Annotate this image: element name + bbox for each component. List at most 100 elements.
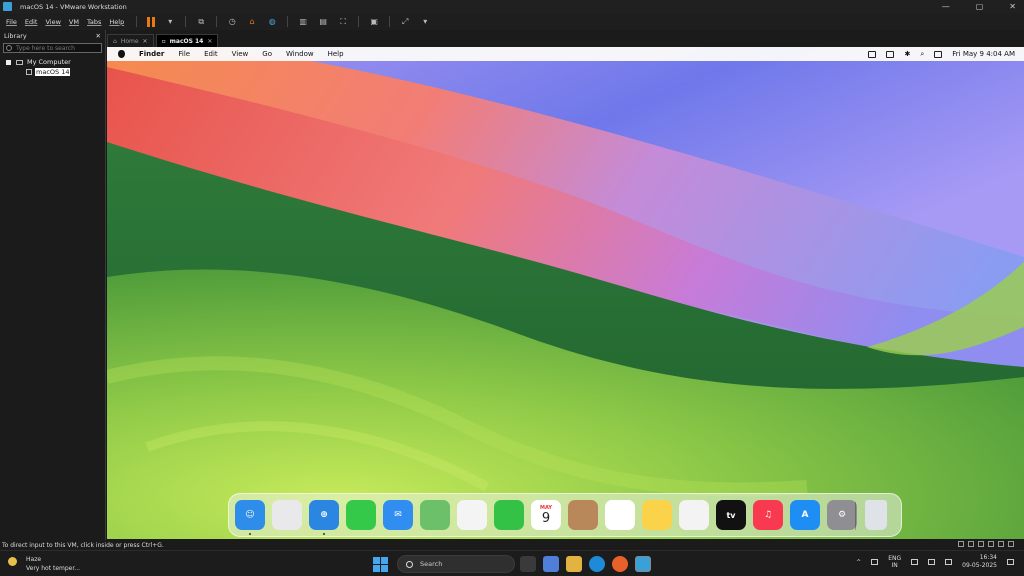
sound-card-icon[interactable] — [998, 541, 1004, 547]
dock-safari-icon[interactable]: ⊕ — [309, 500, 339, 530]
notification-icon[interactable] — [1007, 559, 1014, 565]
dock-reminders-icon[interactable] — [605, 500, 635, 530]
spotlight-search-icon[interactable]: ⌕ — [920, 50, 924, 59]
dock-freeform-icon[interactable] — [679, 500, 709, 530]
hard-disk-icon[interactable] — [958, 541, 964, 547]
revert-snapshot-icon[interactable]: ⌂ — [247, 17, 257, 27]
snapshot-icon[interactable]: ◷ — [227, 17, 237, 27]
mac-menu-window[interactable]: Window — [286, 50, 314, 58]
taskbar-search-input[interactable]: Search — [397, 555, 515, 573]
accessibility-icon[interactable]: ✱ — [904, 50, 910, 58]
vmware-taskbar-icon[interactable] — [635, 556, 651, 572]
menu-view[interactable]: View — [45, 18, 60, 26]
menu-tabs[interactable]: Tabs — [87, 18, 101, 26]
dock-app-store-icon[interactable]: A — [790, 500, 820, 530]
macos-status-area: ✱ ⌕ Fri May 9 4:04 AM — [868, 47, 1015, 61]
display-icon[interactable] — [1008, 541, 1014, 547]
dock-launchpad-icon[interactable] — [272, 500, 302, 530]
mac-menu-go[interactable]: Go — [262, 50, 272, 58]
mac-menu-edit[interactable]: Edit — [204, 50, 218, 58]
dock-facetime-icon[interactable] — [494, 500, 524, 530]
vm-console[interactable]: Finder File Edit View Go Window Help ✱ ⌕… — [107, 47, 1024, 539]
dock-calendar-icon[interactable]: MAY 9 — [531, 500, 561, 530]
close-button[interactable]: ✕ — [1009, 2, 1016, 11]
snapshot-manager-icon[interactable]: ◍ — [267, 17, 277, 27]
menu-file[interactable]: File — [6, 18, 17, 26]
stage-manager-icon[interactable] — [886, 50, 895, 58]
dock-system-settings-icon[interactable]: ⚙ — [827, 500, 857, 530]
menu-help[interactable]: Help — [109, 18, 124, 26]
tab-close-button[interactable]: ✕ — [143, 38, 148, 45]
dock-photos-icon[interactable] — [457, 500, 487, 530]
show-hidden-icons-icon[interactable]: ^ — [856, 559, 861, 566]
library-header: Library ✕ — [0, 30, 105, 42]
stretch-icon[interactable]: ⤢ — [400, 17, 410, 27]
mac-menu-file[interactable]: File — [178, 50, 190, 58]
weather-widget[interactable]: Haze Very hot temper... — [8, 555, 80, 573]
cloud-icon[interactable] — [871, 559, 879, 565]
file-explorer-icon[interactable] — [566, 556, 582, 572]
tree-item-label: macOS 14 — [35, 68, 71, 76]
dropdown-icon[interactable]: ▾ — [165, 17, 175, 27]
taskbar-clock[interactable]: 16:34 09-05-2025 — [962, 554, 997, 570]
windows-start-icon[interactable] — [373, 557, 388, 572]
cd-drive-icon[interactable] — [968, 541, 974, 547]
network-adapter-icon[interactable] — [978, 541, 984, 547]
pause-icon[interactable] — [147, 16, 156, 27]
copilot-icon[interactable] — [543, 556, 559, 572]
library-search-input[interactable]: Type here to search — [3, 43, 102, 53]
running-indicator — [323, 533, 325, 535]
screen-mirroring-icon[interactable] — [868, 50, 877, 58]
firefox-icon[interactable] — [612, 556, 628, 572]
thumbnail-bar-icon[interactable]: ▤ — [318, 17, 328, 27]
tree-item-my-computer[interactable]: My Computer — [0, 57, 105, 67]
maximize-button[interactable]: ▢ — [976, 2, 984, 11]
console-view-icon[interactable]: ▣ — [369, 17, 379, 27]
dock-messages-icon[interactable] — [346, 500, 376, 530]
control-center-icon[interactable] — [934, 50, 943, 58]
dock-contacts-icon[interactable] — [568, 500, 598, 530]
tab-home[interactable]: ⌂ Home ✕ — [107, 34, 154, 47]
usb-icon[interactable] — [988, 541, 994, 547]
minimize-button[interactable]: — — [942, 2, 950, 11]
vm-status-text: To direct input to this VM, click inside… — [2, 541, 164, 549]
send-ctrl-alt-del-icon[interactable]: ⧉ — [196, 17, 206, 27]
show-library-icon[interactable]: ▥ — [298, 17, 308, 27]
mac-menu-view[interactable]: View — [232, 50, 249, 58]
weather-icon — [8, 557, 17, 566]
search-icon — [406, 560, 413, 568]
mac-clock[interactable]: Fri May 9 4:04 AM — [952, 50, 1015, 58]
toolbar-separator — [136, 16, 138, 27]
mac-menu-help[interactable]: Help — [328, 50, 344, 58]
language-indicator[interactable]: ENG IN — [888, 555, 901, 569]
task-view-icon[interactable] — [520, 556, 536, 572]
dock-music-icon[interactable]: ♫ — [753, 500, 783, 530]
tree-item-macos-14[interactable]: macOS 14 — [0, 67, 105, 77]
library-close-button[interactable]: ✕ — [96, 32, 101, 40]
toolbar-separator — [287, 16, 289, 27]
dock-notes-icon[interactable] — [642, 500, 672, 530]
edge-icon[interactable] — [589, 556, 605, 572]
tree-item-label: My Computer — [27, 58, 71, 66]
collapse-icon[interactable] — [6, 59, 11, 65]
dropdown-icon[interactable]: ▾ — [420, 17, 430, 27]
macos-menu-bar: Finder File Edit View Go Window Help ✱ ⌕… — [107, 47, 1024, 61]
dock-tv-icon[interactable]: tv — [716, 500, 746, 530]
dock-trash-icon[interactable] — [865, 500, 887, 530]
tab-macos-14[interactable]: ▫ macOS 14 ✕ — [155, 34, 219, 47]
dock-maps-icon[interactable] — [420, 500, 450, 530]
mac-menu-finder[interactable]: Finder — [139, 50, 164, 58]
dock-finder-icon[interactable]: ☺ — [235, 500, 265, 530]
menu-edit[interactable]: Edit — [25, 18, 38, 26]
system-tray: ^ ENG IN 16:34 09-05-2025 — [856, 554, 1014, 570]
wifi-icon[interactable] — [911, 559, 919, 565]
apple-menu-icon[interactable] — [118, 50, 125, 58]
volume-icon[interactable] — [928, 559, 936, 565]
menu-vm[interactable]: VM — [69, 18, 79, 26]
fullscreen-icon[interactable]: ⛶ — [338, 17, 348, 27]
tab-close-button[interactable]: ✕ — [207, 38, 212, 45]
toolbar-separator — [358, 16, 360, 27]
clock-date: 09-05-2025 — [962, 562, 997, 569]
dock-mail-icon[interactable]: ✉ — [383, 500, 413, 530]
battery-icon[interactable] — [945, 559, 953, 565]
